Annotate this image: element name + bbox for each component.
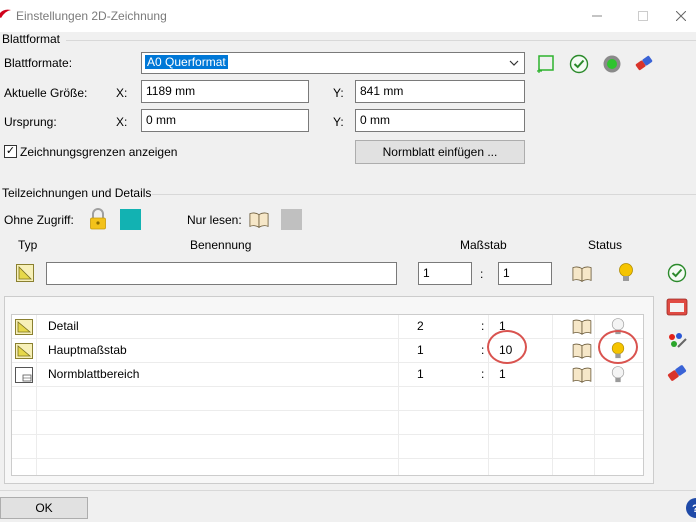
groesse-y-label: Y: [333, 86, 344, 100]
new-entry-read-only-toggle[interactable] [572, 264, 592, 284]
row-name: Normblattbereich [48, 367, 140, 381]
table-row[interactable]: Normblattbereich 1 : 1 [12, 363, 643, 387]
new-format-button[interactable] [536, 54, 556, 74]
groesse-x-label: X: [116, 86, 128, 100]
groesse-y-field[interactable]: 841 mm [355, 80, 525, 103]
ohne-zugriff-label: Ohne Zugriff: [4, 213, 74, 227]
table-row-empty [12, 411, 643, 435]
zeichnungsgrenzen-label: Zeichnungsgrenzen anzeigen [20, 145, 178, 159]
table-row[interactable]: Detail 2 : 1 [12, 315, 643, 339]
table-row[interactable]: Hauptmaßstab 1 : 10 [12, 339, 643, 363]
open-book-icon [572, 266, 592, 282]
maximize-icon [638, 11, 648, 21]
new-entry-scale-left-field[interactable]: 1 [418, 262, 472, 285]
row-name: Hauptmaßstab [48, 343, 127, 357]
maximize-button[interactable] [620, 0, 666, 32]
open-sheet-button[interactable] [666, 296, 688, 318]
ursprung-x-label: X: [116, 115, 128, 129]
palette-icon [669, 333, 687, 348]
close-icon [676, 11, 686, 21]
details-table: Detail 2 : 1 Hauptmaßstab 1 : 10 Normbla… [11, 314, 644, 476]
blattformat-select[interactable]: A0 Querformat [141, 52, 525, 74]
green-dot-icon [603, 55, 621, 73]
ursprung-y-label: Y: [333, 115, 344, 129]
new-entry-name-field[interactable] [46, 262, 397, 285]
row-scale-left: 2 [417, 319, 424, 333]
checkmark-icon [667, 263, 687, 283]
row-scale-left: 1 [417, 343, 424, 357]
footer-divider [0, 490, 696, 491]
help-icon: ? [686, 498, 696, 518]
blattformate-label: Blattformate: [4, 56, 73, 70]
sheet-area-icon [15, 367, 33, 383]
lock-icon [90, 208, 106, 230]
checkmark-icon [569, 54, 589, 74]
column-header-massstab: Maßstab [460, 238, 507, 252]
minimize-icon [592, 15, 602, 17]
section-divider [152, 194, 696, 195]
row-scale-right: 1 [499, 367, 506, 381]
new-frame-icon [537, 55, 554, 73]
column-header-benennung: Benennung [190, 238, 252, 252]
eraser-icon [635, 55, 653, 71]
row-scale-colon: : [481, 367, 485, 381]
ohne-zugriff-color-swatch[interactable] [120, 209, 141, 230]
ursprung-y-field[interactable]: 0 mm [355, 109, 525, 132]
new-entry-scale-right-field[interactable]: 1 [498, 262, 552, 285]
open-book-icon[interactable] [572, 319, 592, 335]
window-title: Einstellungen 2D-Zeichnung [16, 9, 167, 23]
help-button[interactable]: ? [684, 497, 696, 519]
blattformat-selected-value: A0 Querformat [145, 55, 228, 69]
new-entry-visibility-toggle[interactable] [616, 263, 636, 283]
table-row-empty [12, 387, 643, 411]
blattformat-section-label: Blattformat [2, 32, 61, 46]
column-header-status: Status [588, 238, 623, 252]
teilzeichnungen-section-label: Teilzeichnungen und Details [2, 186, 152, 200]
lock-toggle[interactable] [88, 208, 108, 230]
erase-entry-button[interactable] [666, 362, 688, 384]
open-book-icon [249, 212, 269, 228]
minimize-button[interactable] [574, 0, 620, 32]
bulb-off-icon[interactable] [610, 364, 626, 386]
sheet-window-icon [666, 298, 688, 316]
nur-lesen-color-swatch[interactable] [281, 209, 302, 230]
read-only-toggle[interactable] [249, 210, 269, 230]
scale-separator: : [480, 267, 484, 281]
aktuelle-groesse-label: Aktuelle Größe: [4, 86, 88, 100]
title-bar: Einstellungen 2D-Zeichnung [0, 0, 696, 32]
groesse-x-field[interactable]: 1189 mm [141, 80, 309, 103]
zeichnungsgrenzen-checkbox[interactable]: ✓ [4, 145, 17, 158]
bulb-on-icon [619, 263, 633, 281]
row-scale-colon: : [481, 343, 485, 357]
erase-format-button[interactable] [634, 53, 654, 73]
ursprung-label: Ursprung: [4, 115, 57, 129]
chevron-down-icon [509, 60, 519, 66]
app-logo-icon [0, 9, 11, 18]
row-name: Detail [48, 319, 79, 333]
column-header-typ: Typ [18, 238, 38, 252]
row-scale-left: 1 [417, 367, 424, 381]
drawing-type-icon [16, 264, 34, 282]
normblatt-einfuegen-button[interactable]: Normblatt einfügen ... [355, 140, 525, 164]
format-status-button[interactable] [602, 54, 622, 74]
section-divider [66, 40, 696, 41]
close-button[interactable] [666, 0, 696, 32]
table-row-empty [12, 435, 643, 459]
open-book-icon[interactable] [572, 343, 592, 359]
color-settings-button[interactable] [666, 330, 688, 352]
drawing-type-icon [15, 319, 33, 335]
apply-format-button[interactable] [569, 54, 589, 74]
row-scale-colon: : [481, 319, 485, 333]
highlight-circle [598, 330, 638, 364]
svg-text:?: ? [692, 503, 696, 515]
open-book-icon[interactable] [572, 367, 592, 383]
ursprung-x-field[interactable]: 0 mm [141, 109, 309, 132]
highlight-circle [487, 330, 527, 364]
eraser-icon [667, 365, 687, 381]
ok-button[interactable]: OK [0, 497, 88, 519]
nur-lesen-label: Nur lesen: [187, 213, 242, 227]
drawing-type-icon [15, 343, 33, 359]
add-entry-button[interactable] [667, 263, 687, 283]
